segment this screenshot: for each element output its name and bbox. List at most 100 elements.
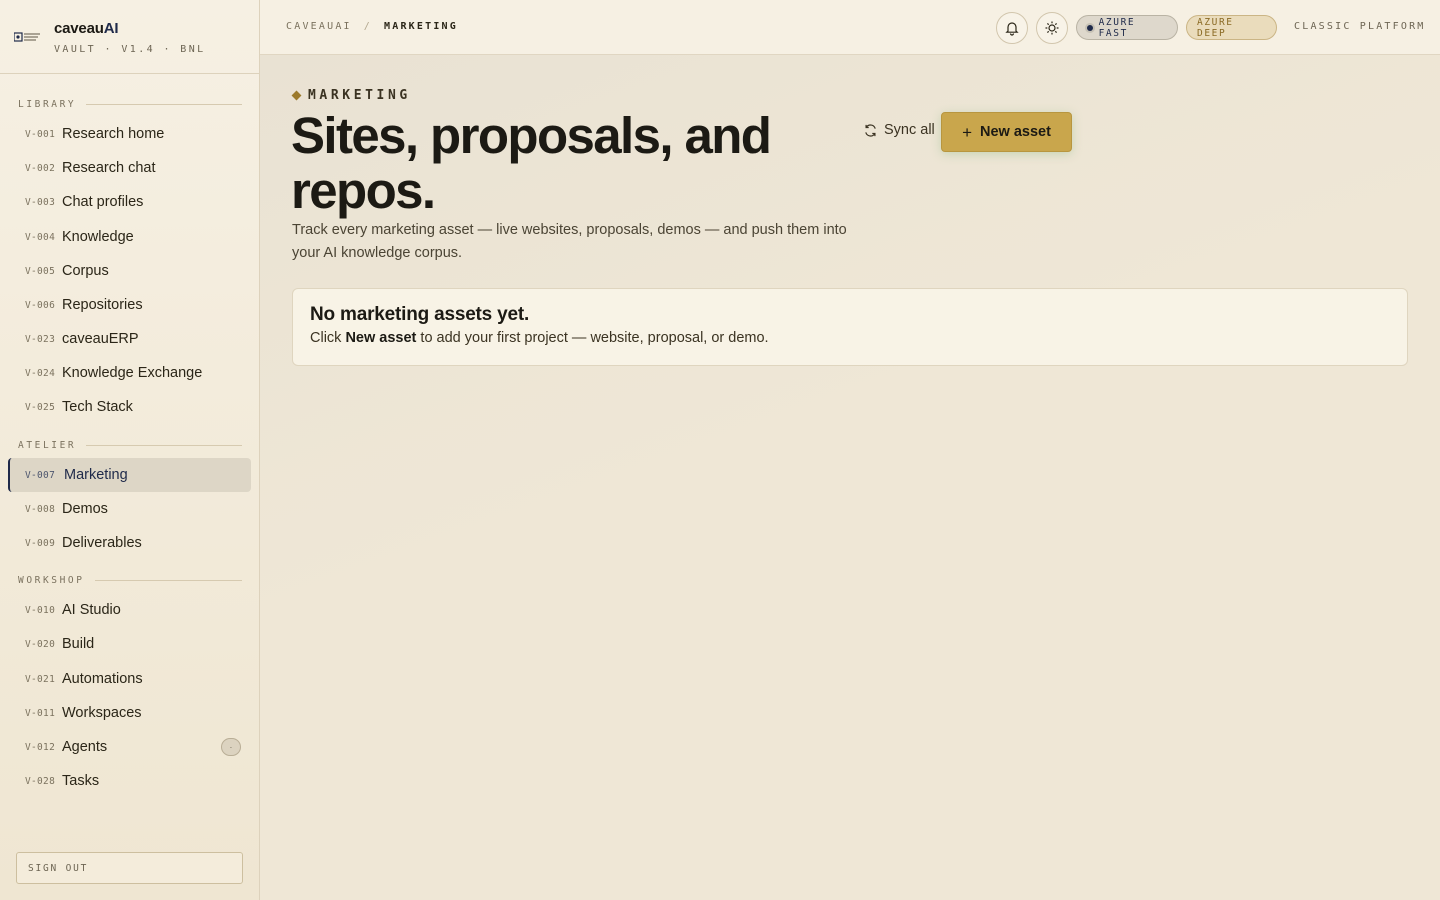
pill-label: AZURE DEEP (1197, 16, 1234, 39)
nav-code: V-004 (25, 231, 56, 243)
sidebar-item-knowledge-exchange[interactable]: V-024 Knowledge Exchange (8, 356, 251, 390)
nav-code: V-003 (25, 196, 56, 208)
main-content: MARKETING Sites, proposals, and repos. T… (260, 55, 1440, 900)
sidebar-item-tasks[interactable]: V-028 Tasks (8, 764, 251, 798)
brand-name-accent: AI (103, 20, 119, 37)
empty-state-card: No marketing assets yet. Click New asset… (292, 288, 1408, 366)
nav-code: V-005 (25, 265, 56, 277)
new-asset-label: New asset (980, 124, 1051, 140)
section-workshop: WORKSHOP (18, 574, 242, 586)
section-title: ATELIER (18, 439, 77, 451)
nav-code: V-006 (25, 299, 56, 311)
bell-icon (1005, 22, 1019, 36)
brand-subtitle: VAULT · V1.4 · BNL (54, 44, 206, 55)
nav-code: V-028 (25, 775, 56, 787)
nav-label: AI Studio (62, 602, 121, 618)
sidebar-item-marketing[interactable]: V-007 Marketing (8, 458, 251, 492)
nav-code: V-021 (25, 673, 56, 685)
nav-label: Chat profiles (62, 194, 144, 210)
divider (86, 103, 242, 105)
page-title: Sites, proposals, and repos. (291, 107, 772, 219)
sync-all-label: Sync all (884, 122, 935, 138)
nav-code: V-025 (25, 401, 56, 413)
sidebar-item-corpus[interactable]: V-005 Corpus (8, 254, 251, 288)
nav-label: Research home (62, 126, 165, 142)
nav-label: Deliverables (62, 535, 142, 551)
sidebar-item-agents[interactable]: V-012 Agents · (8, 730, 251, 764)
section-title: LIBRARY (18, 98, 77, 110)
nav-label: Automations (62, 671, 143, 687)
nav-label: Knowledge Exchange (62, 365, 203, 381)
nav-label: Repositories (62, 297, 143, 313)
nav-code: V-007 (25, 469, 56, 481)
vault-logo-icon (14, 32, 40, 42)
sidebar-item-ai-studio[interactable]: V-010 AI Studio (8, 593, 251, 627)
diamond-icon (291, 90, 302, 101)
sidebar-item-research-chat[interactable]: V-002 Research chat (8, 151, 251, 185)
brand-name[interactable]: caveauAI (54, 20, 118, 37)
breadcrumb: CAVEAUAI / MARKETING (286, 21, 458, 32)
refresh-icon (865, 123, 876, 137)
sidebar-item-build[interactable]: V-020 Build (8, 627, 251, 661)
nav-label: Tech Stack (62, 399, 133, 415)
page-subtitle: Track every marketing asset — live websi… (292, 222, 847, 261)
nav-label: Demos (62, 501, 108, 517)
nav-label: caveauERP (62, 331, 139, 347)
breadcrumb-separator: / (363, 21, 372, 32)
nav-label: Marketing (64, 467, 128, 483)
azure-deep-pill[interactable]: AZURE DEEP (1186, 15, 1277, 40)
sidebar-item-automations[interactable]: V-021 Automations (8, 662, 251, 696)
breadcrumb-current: MARKETING (384, 21, 458, 32)
sidebar-item-tech-stack[interactable]: V-025 Tech Stack (8, 390, 251, 424)
nav-code: V-008 (25, 503, 56, 515)
notifications-button[interactable] (996, 12, 1028, 44)
empty-text-after: to add your first project — website, pro… (416, 330, 769, 346)
section-atelier: ATELIER (18, 439, 242, 451)
brand: caveauAI VAULT · V1.4 · BNL (0, 0, 259, 74)
nav-code: V-002 (25, 162, 56, 174)
classic-platform-link[interactable]: CLASSIC PLATFORM (1294, 21, 1426, 32)
theme-toggle-button[interactable] (1036, 12, 1068, 44)
divider (86, 444, 242, 446)
active-dot-icon (1087, 24, 1093, 31)
section-library: LIBRARY (18, 98, 242, 110)
sidebar-item-chat-profiles[interactable]: V-003 Chat profiles (8, 185, 251, 219)
nav-code: V-010 (25, 604, 56, 616)
sidebar: caveauAI VAULT · V1.4 · BNL LIBRARY V-00… (0, 0, 260, 900)
nav-label: Research chat (62, 160, 156, 176)
nav-label: Workspaces (62, 705, 142, 721)
nav-code: V-020 (25, 638, 56, 650)
empty-text-bold: New asset (345, 330, 417, 346)
nav-label: Knowledge (62, 229, 134, 245)
new-asset-button[interactable]: + New asset (941, 112, 1072, 152)
nav-label: Build (62, 636, 95, 652)
sidebar-item-workspaces[interactable]: V-011 Workspaces (8, 696, 251, 730)
brand-name-main: caveau (54, 20, 104, 37)
nav-code: V-012 (25, 741, 56, 753)
sidebar-item-knowledge[interactable]: V-004 Knowledge (8, 220, 251, 254)
agents-count-badge: · (221, 738, 241, 756)
sync-all-button[interactable]: Sync all (863, 122, 935, 138)
empty-text-before: Click (310, 330, 346, 346)
section-title: WORKSHOP (18, 574, 85, 586)
nav-code: V-023 (25, 333, 56, 345)
sidebar-item-deliverables[interactable]: V-009 Deliverables (8, 526, 251, 560)
nav-label: Tasks (62, 773, 100, 789)
page-eyebrow: MARKETING (291, 88, 411, 103)
breadcrumb-root[interactable]: CAVEAUAI (286, 21, 352, 32)
sign-out-button[interactable]: SIGN OUT (16, 852, 243, 884)
eyebrow-label: MARKETING (308, 88, 411, 103)
sidebar-item-demos[interactable]: V-008 Demos (8, 492, 251, 526)
nav-code: V-009 (25, 537, 56, 549)
sidebar-item-caveauerp[interactable]: V-023 caveauERP (8, 322, 251, 356)
nav-code: V-024 (25, 367, 56, 379)
nav-code: V-011 (25, 707, 56, 719)
sidebar-item-repositories[interactable]: V-006 Repositories (8, 288, 251, 322)
nav-label: Corpus (62, 263, 109, 279)
azure-fast-pill[interactable]: AZURE FAST (1076, 15, 1178, 40)
divider (94, 579, 242, 581)
sidebar-item-research-home[interactable]: V-001 Research home (8, 117, 251, 151)
pill-label: AZURE FAST (1098, 16, 1136, 39)
nav-label: Agents (62, 739, 108, 755)
nav-code: V-001 (25, 128, 56, 140)
